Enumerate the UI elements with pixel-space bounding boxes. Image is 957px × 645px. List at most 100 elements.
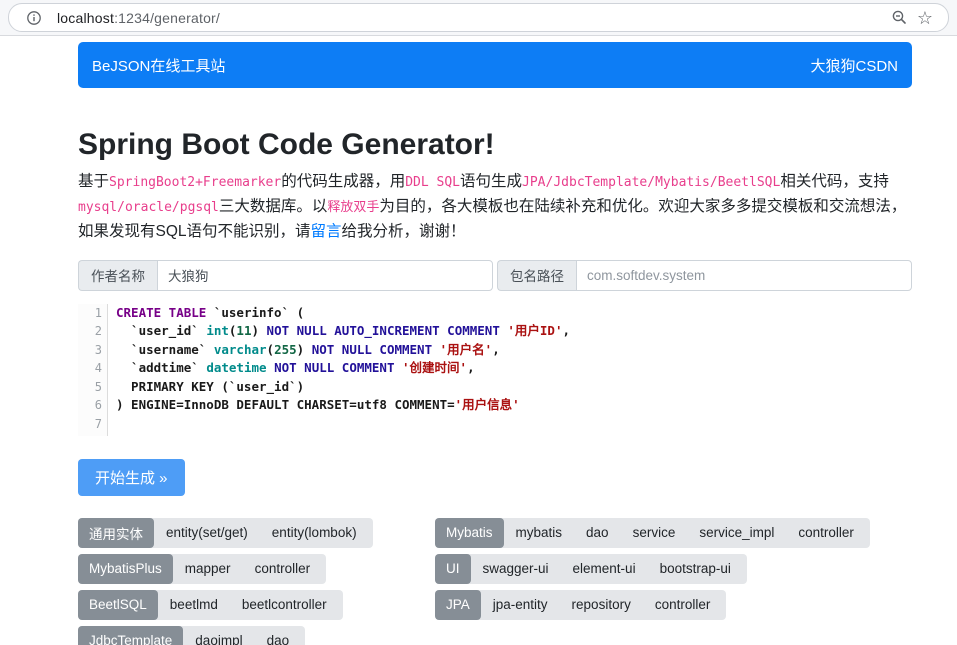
code-token: datetime bbox=[206, 360, 266, 375]
message-link[interactable]: 留言 bbox=[311, 223, 342, 240]
code-token: ) ENGINE=InnoDB DEFAULT CHARSET=utf8 COM… bbox=[116, 397, 455, 412]
line-number: 4 bbox=[78, 359, 102, 378]
code-line bbox=[116, 415, 912, 434]
line-number: 6 bbox=[78, 396, 102, 415]
inline-code: 释放双手 bbox=[327, 200, 379, 215]
template-chip[interactable]: entity(lombok) bbox=[260, 525, 369, 540]
group-leader-chip[interactable]: Mybatis bbox=[435, 518, 504, 548]
code-token: NOT NULL COMMENT bbox=[312, 342, 432, 357]
brand-link[interactable]: BeJSON在线工具站 bbox=[92, 55, 225, 76]
template-chip[interactable]: service_impl bbox=[687, 525, 786, 540]
code-token: 255 bbox=[274, 342, 297, 357]
template-chip[interactable]: bootstrap-ui bbox=[648, 561, 743, 576]
template-chip[interactable]: element-ui bbox=[561, 561, 648, 576]
form-row: 作者名称 包名路径 bbox=[78, 260, 912, 291]
code-token: NOT NULL AUTO_INCREMENT COMMENT bbox=[267, 323, 500, 338]
zoom-out-icon[interactable] bbox=[886, 5, 912, 31]
template-chip[interactable]: controller bbox=[786, 525, 866, 540]
groups-left: 通用实体entity(set/get)entity(lombok) Mybatis… bbox=[78, 518, 435, 645]
code-token: ( bbox=[267, 342, 275, 357]
template-groups: 通用实体entity(set/get)entity(lombok) Mybatis… bbox=[78, 518, 912, 645]
bookmark-star-icon[interactable]: ☆ bbox=[912, 5, 938, 31]
page-content: BeJSON在线工具站 大狼狗CSDN Spring Boot Code Gen… bbox=[0, 36, 957, 645]
editor-gutter: 1234567 bbox=[78, 304, 108, 436]
line-number: 2 bbox=[78, 322, 102, 341]
inline-code: JPA/JdbcTemplate/Mybatis/BeetlSQL bbox=[522, 175, 780, 190]
code-token bbox=[394, 360, 402, 375]
address-bar[interactable]: localhost:1234/generator/ ☆ bbox=[8, 3, 949, 32]
template-chip[interactable]: mybatis bbox=[504, 525, 575, 540]
browser-window: localhost:1234/generator/ ☆ BeJSON在线工具站 … bbox=[0, 0, 957, 645]
template-chip[interactable]: entity(set/get) bbox=[154, 525, 260, 540]
code-token bbox=[267, 360, 275, 375]
group-leader-chip[interactable]: 通用实体 bbox=[78, 518, 154, 548]
line-number: 7 bbox=[78, 415, 102, 434]
code-token: NOT NULL COMMENT bbox=[274, 360, 394, 375]
code-line: `user_id` int(11) NOT NULL AUTO_INCREMEN… bbox=[116, 322, 912, 341]
code-token: `user_id` bbox=[116, 323, 206, 338]
code-token: CREATE TABLE bbox=[116, 305, 206, 320]
group-leader-chip[interactable]: JPA bbox=[435, 590, 481, 620]
group-leader-chip[interactable]: MybatisPlus bbox=[78, 554, 173, 584]
sql-editor[interactable]: 1234567 CREATE TABLE `userinfo` ( `user_… bbox=[78, 301, 912, 439]
description-text: 语句生成 bbox=[460, 173, 522, 190]
description-text: 的代码生成器，用 bbox=[281, 173, 405, 190]
code-token: `addtime` bbox=[116, 360, 206, 375]
code-line: PRIMARY KEY (`user_id`) bbox=[116, 378, 912, 397]
inline-code: SpringBoot2+Freemarker bbox=[109, 175, 281, 190]
description-text: 相关代码，支持 bbox=[780, 173, 889, 190]
template-chip[interactable]: service bbox=[621, 525, 688, 540]
code-line: ) ENGINE=InnoDB DEFAULT CHARSET=utf8 COM… bbox=[116, 396, 912, 415]
line-number: 1 bbox=[78, 304, 102, 323]
group-leader-chip[interactable]: UI bbox=[435, 554, 471, 584]
groups-right: Mybatismybatisdaoserviceservice_implcont… bbox=[435, 518, 912, 645]
package-label: 包名路径 bbox=[497, 260, 576, 291]
template-group: JdbcTemplatedaoimpldao bbox=[78, 626, 305, 645]
template-chip[interactable]: dao bbox=[574, 525, 621, 540]
code-token: '用户信息' bbox=[455, 397, 520, 412]
description: 基于SpringBoot2+Freemarker的代码生成器，用DDL SQL语… bbox=[78, 170, 912, 244]
template-chip[interactable]: swagger-ui bbox=[471, 561, 561, 576]
template-chip[interactable]: dao bbox=[255, 633, 302, 645]
template-group: Mybatismybatisdaoserviceservice_implcont… bbox=[435, 518, 870, 548]
csdn-link[interactable]: 大狼狗CSDN bbox=[810, 55, 898, 76]
template-group: JPAjpa-entityrepositorycontroller bbox=[435, 590, 726, 620]
template-chip[interactable]: daoimpl bbox=[183, 633, 254, 645]
url-text: localhost:1234/generator/ bbox=[57, 10, 220, 26]
line-number: 3 bbox=[78, 341, 102, 360]
template-chip[interactable]: beetlcontroller bbox=[230, 597, 339, 612]
description-text: 基于 bbox=[78, 173, 109, 190]
template-chip[interactable]: controller bbox=[243, 561, 323, 576]
group-leader-chip[interactable]: JdbcTemplate bbox=[78, 626, 183, 645]
template-group: 通用实体entity(set/get)entity(lombok) bbox=[78, 518, 373, 548]
generate-button[interactable]: 开始生成 » bbox=[78, 459, 185, 496]
template-chip[interactable]: mapper bbox=[173, 561, 243, 576]
template-group: BeetlSQLbeetlmdbeetlcontroller bbox=[78, 590, 343, 620]
author-input[interactable] bbox=[157, 260, 493, 291]
code-token: PRIMARY KEY (`user_id`) bbox=[116, 379, 304, 394]
code-token: varchar bbox=[214, 342, 267, 357]
info-icon[interactable] bbox=[21, 5, 47, 31]
inline-code: mysql/oracle/pgsql bbox=[78, 200, 219, 215]
code-line: `addtime` datetime NOT NULL COMMENT '创建时… bbox=[116, 359, 912, 378]
template-chip[interactable]: beetlmd bbox=[158, 597, 230, 612]
top-navbar: BeJSON在线工具站 大狼狗CSDN bbox=[78, 42, 912, 88]
code-token bbox=[432, 342, 440, 357]
code-line: CREATE TABLE `userinfo` ( bbox=[116, 304, 912, 323]
code-token: 11 bbox=[236, 323, 251, 338]
author-input-group: 作者名称 bbox=[78, 260, 493, 291]
group-leader-chip[interactable]: BeetlSQL bbox=[78, 590, 158, 620]
template-chip[interactable]: controller bbox=[643, 597, 723, 612]
code-token: ) bbox=[251, 323, 266, 338]
template-group: MybatisPlusmappercontroller bbox=[78, 554, 326, 584]
code-token: ) bbox=[297, 342, 312, 357]
code-token: '用户ID' bbox=[507, 323, 562, 338]
template-chip[interactable]: repository bbox=[560, 597, 643, 612]
url-path: :1234/generator/ bbox=[114, 10, 220, 26]
author-label: 作者名称 bbox=[78, 260, 157, 291]
code-token: , bbox=[492, 342, 500, 357]
editor-code[interactable]: CREATE TABLE `userinfo` ( `user_id` int(… bbox=[108, 304, 912, 436]
code-token: '创建时间' bbox=[402, 360, 467, 375]
template-chip[interactable]: jpa-entity bbox=[481, 597, 560, 612]
package-input[interactable] bbox=[576, 260, 912, 291]
